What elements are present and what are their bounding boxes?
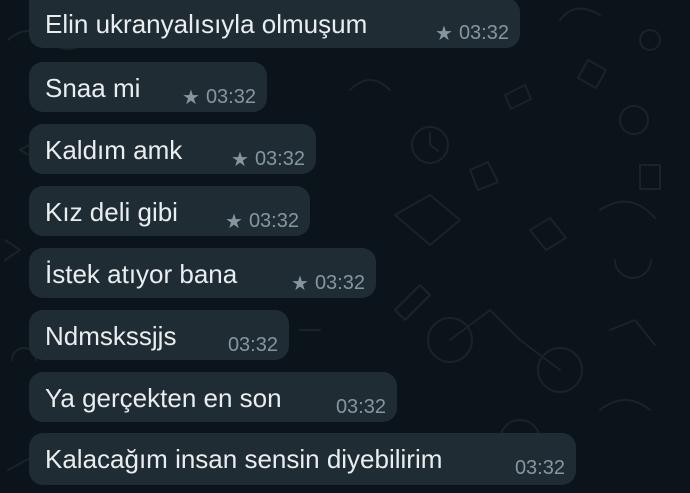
message-text: Kız deli gibi bbox=[45, 197, 178, 227]
message-meta: 03:32 bbox=[515, 456, 565, 480]
message-meta: ★ 03:32 bbox=[182, 85, 256, 109]
message-bubble[interactable]: İstek atıyor bana ★ 03:32 bbox=[29, 248, 376, 298]
message-bubble[interactable]: Snaa mi ★ 03:32 bbox=[29, 62, 267, 112]
message-meta: ★ 03:32 bbox=[435, 21, 509, 45]
star-icon: ★ bbox=[182, 85, 200, 109]
message-bubble[interactable]: Ndmskssjjs 03:32 bbox=[29, 310, 289, 360]
message-time: 03:32 bbox=[248, 210, 299, 232]
star-icon: ★ bbox=[291, 271, 309, 295]
message-text: Ya gerçekten en son bbox=[45, 383, 282, 413]
message-text: Snaa mi bbox=[45, 73, 141, 103]
star-icon: ★ bbox=[231, 147, 249, 171]
message-bubble[interactable]: Kız deli gibi ★ 03:32 bbox=[29, 186, 310, 236]
message-time: 03:32 bbox=[254, 148, 305, 170]
message-text: Ndmskssjjs bbox=[45, 321, 177, 351]
message-meta: 03:32 bbox=[336, 395, 386, 419]
star-icon: ★ bbox=[435, 21, 453, 45]
chat-messages: Elin ukranyalısıyla olmuşum ★ 03:32 Snaa… bbox=[0, 0, 690, 493]
message-meta: ★ 03:32 bbox=[291, 271, 365, 295]
message-time: 03:32 bbox=[335, 396, 386, 418]
message-text: Kaldım amk bbox=[45, 135, 183, 165]
message-text: Kalacağım insan sensin diyebilirim bbox=[45, 444, 443, 474]
message-time: 03:32 bbox=[205, 86, 256, 108]
message-time: 03:32 bbox=[227, 334, 278, 356]
message-bubble[interactable]: Ya gerçekten en son 03:32 bbox=[29, 372, 397, 422]
message-time: 03:32 bbox=[458, 22, 509, 44]
message-meta: ★ 03:32 bbox=[225, 209, 299, 233]
message-bubble[interactable]: Kaldım amk ★ 03:32 bbox=[29, 124, 316, 174]
message-meta: ★ 03:32 bbox=[231, 147, 305, 171]
message-text: İstek atıyor bana bbox=[45, 259, 238, 289]
star-icon: ★ bbox=[225, 209, 243, 233]
message-time: 03:32 bbox=[514, 457, 565, 479]
message-meta: 03:32 bbox=[228, 333, 278, 357]
message-time: 03:32 bbox=[314, 272, 365, 294]
message-text: Elin ukranyalısıyla olmuşum bbox=[45, 9, 368, 39]
message-bubble[interactable]: Elin ukranyalısıyla olmuşum ★ 03:32 bbox=[29, 0, 520, 48]
message-bubble[interactable]: Kalacağım insan sensin diyebilirim 03:32 bbox=[29, 433, 576, 485]
